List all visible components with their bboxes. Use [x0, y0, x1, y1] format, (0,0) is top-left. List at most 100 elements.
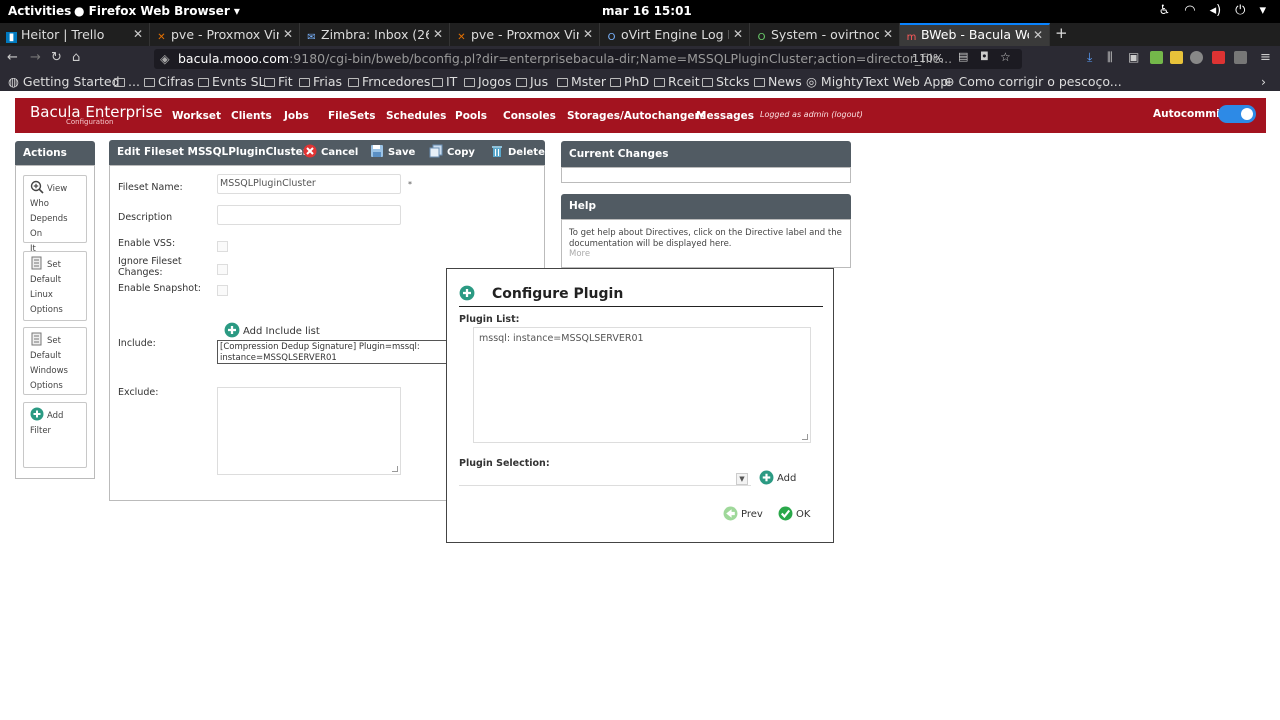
bookmark-item[interactable]: ◎ MightyText Web App — [806, 74, 948, 89]
view-depends-button[interactable]: View Who Depends On It — [23, 175, 87, 254]
bookmark-folder[interactable]: Rceit — [654, 74, 700, 89]
logged-in-status[interactable]: Logged as admin (logout) — [760, 110, 863, 119]
close-icon[interactable]: ✕ — [133, 23, 143, 46]
clock[interactable]: mar 16 15:01 — [602, 4, 692, 18]
nav-consoles[interactable]: Consoles — [503, 110, 556, 122]
accessibility-icon[interactable]: ♿ — [1159, 3, 1171, 18]
extension-icon[interactable] — [1234, 51, 1247, 64]
volume-icon[interactable]: ◂) — [1210, 3, 1222, 18]
trash-icon — [492, 146, 502, 157]
exclude-textarea[interactable] — [217, 387, 401, 475]
delete-button[interactable]: Delete — [490, 144, 545, 158]
bookmark-item[interactable]: ◍ Getting Started — [8, 74, 120, 89]
url-bar[interactable]: ◈ bacula.mooo.com:9180/cgi-bin/bweb/bcon… — [154, 49, 1022, 69]
bookmark-folder[interactable]: Frncedores — [348, 74, 430, 89]
nav-pools[interactable]: Pools — [455, 110, 487, 122]
bookmark-folder[interactable]: Jus — [516, 74, 548, 89]
ignore-changes-checkbox[interactable] — [217, 264, 228, 275]
tab-trello[interactable]: ▮ Heitor | Trello ✕ — [0, 23, 150, 46]
tab-ovirt[interactable]: OoVirt Engine Log In ✕ — [600, 23, 750, 46]
description-input[interactable] — [217, 205, 401, 225]
bookmark-folder[interactable]: Cifras — [144, 74, 194, 89]
bookmark-folder[interactable]: Fit — [264, 74, 293, 89]
pocket-icon[interactable]: ◘ — [980, 50, 989, 63]
library-icon[interactable]: ⫼ — [1107, 50, 1113, 65]
bookmark-folder[interactable]: ... — [114, 74, 140, 89]
tab-proxmox-1[interactable]: ✕ pve - Proxmox Virtu ✕ — [150, 23, 300, 46]
sidebar-icon[interactable]: ▣ — [1128, 50, 1139, 64]
new-tab-button[interactable]: + — [1055, 24, 1068, 42]
autocommit-toggle[interactable] — [1218, 105, 1256, 123]
zoom-level[interactable]: 110% — [912, 52, 943, 65]
close-icon[interactable]: ✕ — [1033, 25, 1043, 45]
bookmark-folder[interactable]: IT — [432, 74, 457, 89]
activities-button[interactable]: Activities — [8, 4, 71, 18]
set-windows-options-button[interactable]: Set Default Windows Options — [23, 327, 87, 395]
system-tray[interactable]: ♿ ◠ ◂) ⏻ ▾ — [1159, 3, 1266, 18]
bookmark-folder[interactable]: PhD — [610, 74, 649, 89]
ok-button[interactable]: OK — [778, 506, 810, 521]
nav-clients[interactable]: Clients — [231, 110, 272, 122]
bookmark-folder[interactable]: Stcks — [702, 74, 749, 89]
bookmark-item[interactable]: ⊕ Como corrigir o pescoço... — [944, 74, 1122, 89]
resize-handle[interactable] — [392, 466, 398, 472]
nav-jobs[interactable]: Jobs — [284, 110, 309, 122]
tab-ovirtnode[interactable]: O System - ovirtnode ✕ — [750, 23, 900, 46]
bookmark-folder[interactable]: Jogos — [464, 74, 511, 89]
nav-filesets[interactable]: FileSets — [328, 110, 375, 122]
action-label: Default — [30, 275, 62, 285]
resize-handle[interactable] — [802, 434, 808, 440]
copy-button[interactable]: Copy — [429, 144, 475, 158]
bookmark-star-icon[interactable]: ☆ — [1000, 50, 1011, 64]
set-linux-options-button[interactable]: Set Default Linux Options — [23, 251, 87, 321]
fileset-name-input[interactable]: MSSQLPluginCluster — [217, 174, 401, 194]
add-include-list-button[interactable]: Add Include list — [224, 322, 320, 338]
nav-workset[interactable]: Workset — [172, 110, 221, 122]
reader-icon[interactable]: ▤ — [958, 50, 968, 63]
bookmark-folder[interactable]: Mster — [557, 74, 606, 89]
reload-icon[interactable]: ↻ — [51, 50, 62, 65]
add-plugin-button[interactable]: Add — [759, 470, 796, 485]
tab-bweb[interactable]: m BWeb - Bacula Web ✕ — [900, 23, 1050, 46]
bookmark-label: News — [768, 74, 802, 89]
power-icon[interactable]: ⏻ — [1235, 3, 1245, 18]
cancel-button[interactable]: Cancel — [303, 144, 358, 158]
add-filter-button[interactable]: Add Filter — [23, 402, 87, 468]
extension-icon[interactable] — [1170, 51, 1183, 64]
nav-schedules[interactable]: Schedules — [386, 110, 446, 122]
home-icon[interactable]: ⌂ — [72, 50, 80, 65]
tab-proxmox-2[interactable]: ✕ pve - Proxmox Virtu ✕ — [450, 23, 600, 46]
download-icon[interactable]: ⤓ — [1087, 50, 1092, 65]
help-more-link[interactable]: More — [569, 249, 590, 259]
chevron-down-icon[interactable]: ▼ — [736, 473, 748, 485]
include-list-box[interactable]: [Compression Dedup Signature] Plugin=mss… — [217, 340, 447, 364]
extension-icon[interactable] — [1190, 51, 1203, 64]
bookmark-folder[interactable]: Frias — [299, 74, 342, 89]
plugin-list-textarea[interactable]: mssql: instance=MSSQLSERVER01 — [473, 327, 811, 443]
bookmark-folder[interactable]: Evnts SL — [198, 74, 266, 89]
forward-icon[interactable]: → — [30, 50, 41, 65]
chevron-down-icon[interactable]: ▾ — [1259, 3, 1266, 18]
plugin-selection-dropdown[interactable] — [459, 472, 751, 486]
app-menu[interactable]: ● Firefox Web Browser ▾ — [74, 4, 240, 18]
menu-icon[interactable]: ≡ — [1260, 50, 1271, 65]
close-icon[interactable]: ✕ — [883, 23, 893, 46]
back-icon[interactable]: ← — [7, 50, 18, 65]
bookmark-folder[interactable]: News — [754, 74, 802, 89]
shield-icon[interactable]: ◈ — [160, 49, 170, 69]
save-button[interactable]: Save — [370, 144, 415, 158]
wifi-icon[interactable]: ◠ — [1184, 3, 1195, 18]
close-icon[interactable]: ✕ — [733, 23, 743, 46]
tab-zimbra[interactable]: ✉ Zimbra: Inbox (260 ✕ — [300, 23, 450, 46]
bookmarks-overflow-icon[interactable]: › — [1261, 74, 1266, 89]
prev-button[interactable]: Prev — [723, 506, 763, 521]
close-icon[interactable]: ✕ — [283, 23, 293, 46]
nav-storages[interactable]: Storages/Autochangers — [567, 110, 706, 122]
enable-snapshot-checkbox[interactable] — [217, 285, 228, 296]
close-icon[interactable]: ✕ — [433, 23, 443, 46]
extension-icon[interactable] — [1212, 51, 1225, 64]
nav-messages[interactable]: Messages — [696, 110, 754, 122]
close-icon[interactable]: ✕ — [583, 23, 593, 46]
extension-icon[interactable] — [1150, 51, 1163, 64]
enable-vss-checkbox[interactable] — [217, 241, 228, 252]
